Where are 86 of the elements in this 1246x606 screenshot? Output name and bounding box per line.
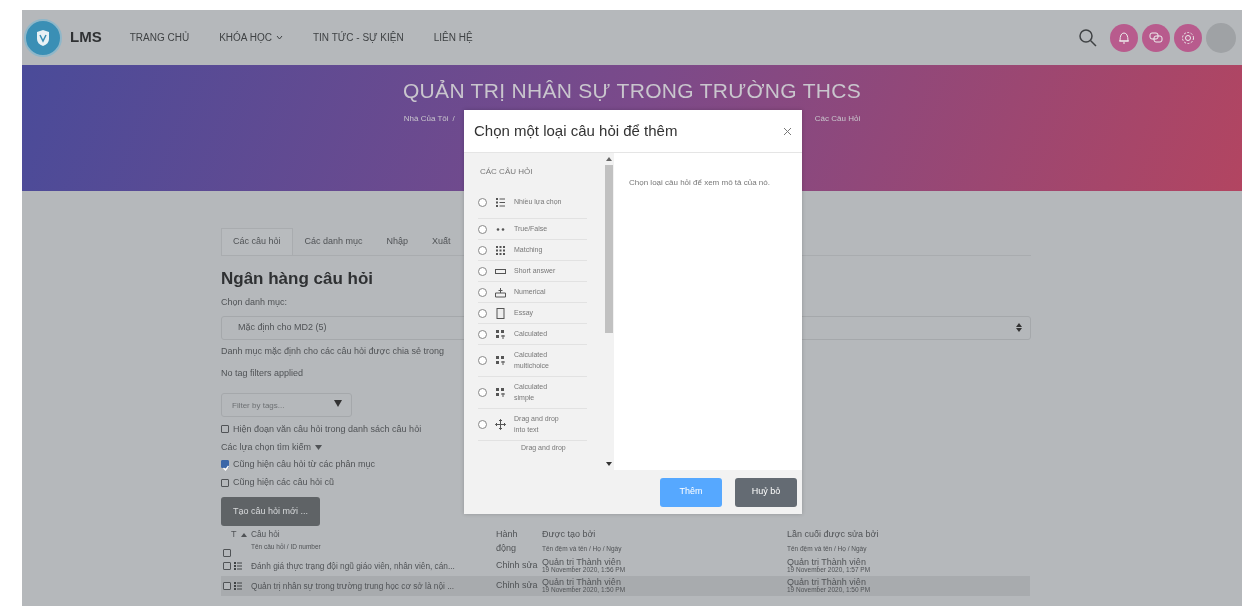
- nav-link[interactable]: TRANG CHỦ: [129, 30, 190, 45]
- table-cell-text: Quản trị nhân sự trong trường trung học cơ sở là nội ...: [251, 579, 456, 593]
- breadcrumb-link[interactable]: Các Câu Hỏi: [814, 112, 861, 125]
- scroll-up-icon[interactable]: [605, 157, 612, 161]
- checkbox[interactable]: [221, 460, 229, 469]
- breadcrumb-separator: /: [452, 112, 455, 125]
- radio-button[interactable]: [478, 420, 487, 429]
- caret-down-icon: [315, 445, 323, 451]
- column-header[interactable]: Câu hỏi: [251, 528, 496, 541]
- tag-filter-field[interactable]: Filter by tags...: [221, 393, 352, 417]
- radio-button[interactable]: [478, 287, 487, 297]
- user-name: Quản trị Thành viên: [542, 578, 621, 588]
- gear-icon: [1180, 29, 1196, 46]
- checkbox[interactable]: [223, 548, 231, 557]
- search-icon[interactable]: [1078, 27, 1098, 48]
- add-button[interactable]: Thêm: [660, 477, 722, 507]
- column-header[interactable]: Hành động: [496, 528, 524, 555]
- logo-icon[interactable]: [24, 18, 62, 57]
- column-header[interactable]: T: [231, 528, 237, 542]
- radio-button[interactable]: [478, 198, 487, 207]
- checkbox-label: Cũng hiện các câu hỏi cũ: [233, 476, 335, 489]
- checkbox-label: Cũng hiện câu hỏi từ các phân mục: [233, 457, 376, 471]
- radio-button[interactable]: [478, 266, 487, 276]
- list-icon: [234, 582, 242, 590]
- user-name: Quản trị Thành viên: [787, 558, 866, 568]
- move-arrows-icon: [495, 419, 506, 430]
- list-icon: [495, 197, 506, 208]
- radio-button[interactable]: [478, 245, 487, 255]
- sort-up-icon: [240, 532, 247, 537]
- tab[interactable]: Các danh mục: [292, 228, 375, 255]
- user-name: Quản trị Thành viên: [542, 558, 621, 568]
- page-heading: Ngân hàng câu hỏi: [221, 267, 374, 290]
- help-text: Danh mục mặc định cho các câu hỏi được chia sẻ trong: [221, 344, 445, 358]
- help-text: No tag filters applied: [221, 367, 304, 380]
- calculator-icon: [495, 328, 506, 340]
- calculator-icon: [495, 355, 506, 366]
- nav-link[interactable]: KHÓA HỌC: [219, 30, 283, 45]
- radio-button[interactable]: [478, 388, 487, 397]
- close-icon[interactable]: [783, 126, 792, 136]
- calculator-icon: [495, 387, 506, 398]
- bell-icon: [1116, 29, 1132, 46]
- notification-button[interactable]: [1110, 23, 1138, 52]
- list-icon: [234, 562, 242, 570]
- column-header[interactable]: Được tạo bởi: [542, 528, 787, 542]
- settings-button[interactable]: [1174, 23, 1202, 52]
- checkbox-label: Hiện đoạn văn câu hỏi trong danh sách câu hỏi: [233, 422, 422, 436]
- radio-button[interactable]: [478, 356, 487, 365]
- section-label: CÁC CÂU HỎI: [480, 166, 534, 178]
- dialog-title: Chọn một loại câu hỏi để thêm: [474, 120, 678, 141]
- tab[interactable]: Xuất: [420, 228, 463, 255]
- tray-icon: [495, 286, 506, 298]
- radio-button[interactable]: [478, 308, 487, 318]
- cancel-button[interactable]: Huỷ bỏ: [735, 477, 797, 507]
- messages-button[interactable]: [1142, 23, 1170, 52]
- edit-link[interactable]: Chỉnh sửa: [496, 579, 542, 593]
- tab[interactable]: Nhập: [374, 228, 421, 255]
- grid-icon: [495, 244, 506, 256]
- select-value: Mặc định cho MD2 (5): [238, 320, 327, 334]
- course-title: QUẢN TRỊ NHÂN SỰ TRONG TRƯỜNG THCS: [401, 78, 863, 104]
- collapsible-link[interactable]: Các lựa chọn tìm kiếm: [221, 441, 312, 455]
- checkbox[interactable]: [221, 425, 229, 434]
- table-cell-text: Đánh giá thực trạng đội ngũ giáo viên, nhân viên, cán...: [251, 559, 456, 573]
- checkbox[interactable]: [223, 582, 231, 590]
- description-text: Chọn loại câu hỏi để xem mô tả của nó.: [628, 177, 771, 189]
- check-icon: [222, 463, 230, 472]
- tab[interactable]: Các câu hỏi: [221, 228, 293, 255]
- page-icon: [495, 307, 506, 319]
- radio-button[interactable]: [478, 224, 487, 234]
- nav-link[interactable]: TIN TỨC - SỰ KIỆN: [312, 30, 404, 45]
- nav-link[interactable]: LIÊN HỆ: [433, 30, 473, 45]
- column-header[interactable]: Lần cuối được sửa bởi: [787, 528, 1027, 542]
- site-name[interactable]: LMS: [70, 26, 102, 49]
- radio-button[interactable]: [478, 329, 487, 339]
- chat-icon: [1148, 29, 1164, 46]
- dropdown-triangle-icon: [334, 399, 342, 407]
- breadcrumb-link[interactable]: Nhà Của Tôi: [403, 112, 449, 125]
- user-name: Quản trị Thành viên: [787, 578, 866, 588]
- scroll-down-icon[interactable]: [605, 462, 612, 466]
- shield-icon: [34, 28, 52, 47]
- field-label: Chọn danh mục:: [221, 296, 288, 309]
- checkbox[interactable]: [223, 562, 231, 570]
- checkbox[interactable]: [221, 478, 229, 487]
- edit-link[interactable]: Chỉnh sửa: [496, 559, 542, 573]
- create-question-button[interactable]: Tạo câu hỏi mới ...: [221, 496, 320, 526]
- scrollbar-thumb[interactable]: [604, 165, 613, 333]
- sort-arrows-icon: [1016, 323, 1022, 332]
